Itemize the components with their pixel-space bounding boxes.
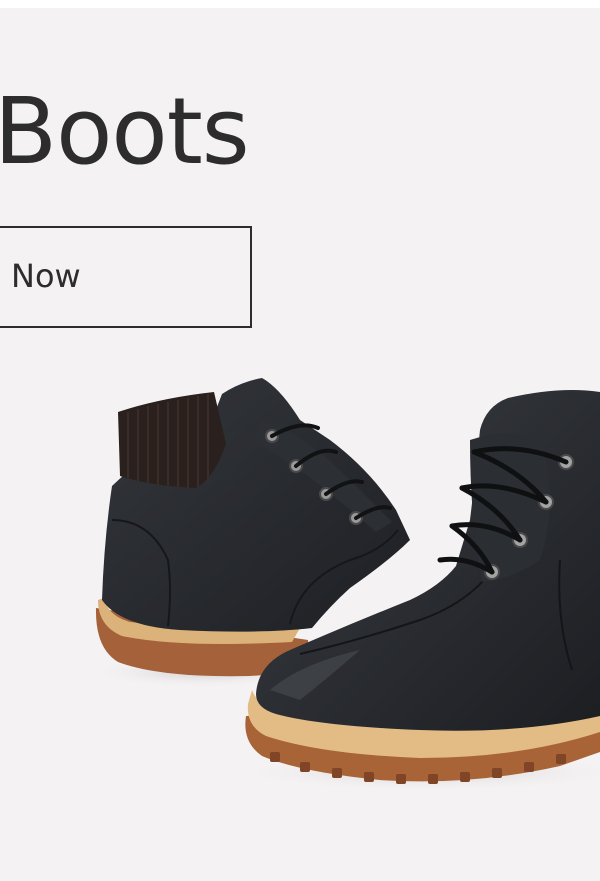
- banner-headline: Boots: [0, 78, 250, 185]
- shop-now-button[interactable]: Now: [0, 226, 252, 328]
- shop-now-label: Now: [11, 257, 81, 295]
- promo-banner[interactable]: Boots Now: [0, 0, 600, 881]
- back-boot-collar: [118, 392, 226, 488]
- boots-image: [85, 378, 600, 792]
- top-divider: [0, 0, 600, 8]
